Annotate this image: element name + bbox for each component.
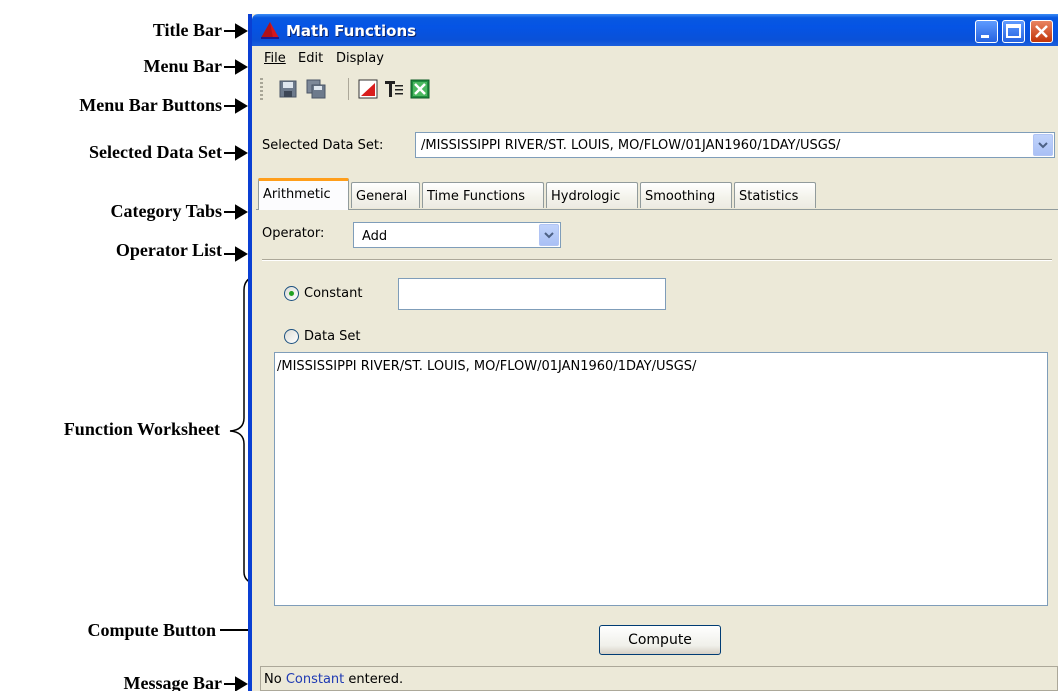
constant-radio-label: Constant [304, 286, 363, 301]
table-icon[interactable] [384, 79, 404, 99]
message-suffix: entered. [344, 672, 404, 687]
menu-bar: File Edit Display [252, 46, 1058, 72]
maximize-button[interactable] [1002, 20, 1025, 43]
title-bar[interactable]: Math Functions [252, 14, 1058, 46]
operator-value: Add [362, 229, 388, 244]
message-keyword: Constant [285, 672, 345, 687]
operator-dropdown[interactable]: Add [353, 222, 561, 248]
tab-smoothing[interactable]: Smoothing [640, 182, 732, 208]
function-worksheet[interactable]: /MISSISSIPPI RIVER/ST. LOUIS, MO/FLOW/01… [274, 352, 1048, 606]
divider [262, 259, 1052, 261]
minimize-button[interactable] [975, 20, 998, 43]
operator-label: Operator: [262, 226, 325, 241]
tab-statistics[interactable]: Statistics [734, 182, 816, 208]
message-bar: No Constant entered. [260, 666, 1058, 691]
close-button[interactable] [1030, 20, 1053, 43]
toolbar-grip[interactable] [260, 78, 263, 100]
tab-arithmetic[interactable]: Arithmetic [258, 178, 349, 210]
menu-edit-label: Edit [298, 51, 324, 66]
save-icon[interactable] [278, 79, 298, 99]
menu-file[interactable]: File [264, 51, 286, 66]
save-all-icon[interactable] [306, 79, 326, 99]
compute-button[interactable]: Compute [599, 625, 721, 655]
worksheet-text: /MISSISSIPPI RIVER/ST. LOUIS, MO/FLOW/01… [277, 359, 697, 374]
selected-data-set-row: Selected Data Set: /MISSISSIPPI RIVER/ST… [252, 132, 1058, 160]
toolbar [252, 74, 1058, 104]
menu-display[interactable]: Display [336, 51, 384, 66]
tab-time-functions[interactable]: Time Functions [422, 182, 544, 208]
toolbar-separator [348, 78, 349, 100]
chevron-down-icon [1038, 142, 1048, 149]
math-functions-window: Math Functions File Edit Display Selecte… [248, 14, 1058, 691]
data-set-radio-label: Data Set [304, 329, 361, 344]
dataset-dropdown-button[interactable] [1033, 134, 1053, 156]
chevron-down-icon [544, 232, 554, 239]
close-icon [1035, 25, 1048, 38]
selected-data-set-value: /MISSISSIPPI RIVER/ST. LOUIS, MO/FLOW/01… [421, 138, 841, 153]
window-title: Math Functions [286, 22, 417, 40]
data-set-radio[interactable] [284, 329, 299, 344]
constant-radio[interactable] [284, 286, 299, 301]
menu-display-label: Display [336, 51, 384, 66]
menu-edit[interactable]: Edit [298, 51, 323, 66]
constant-input[interactable] [398, 278, 666, 310]
minimize-icon [981, 35, 989, 38]
annotation-arrows [224, 23, 260, 691]
tab-hydrologic[interactable]: Hydrologic [546, 182, 638, 208]
operator-dropdown-button[interactable] [539, 224, 559, 246]
tab-general[interactable]: General [351, 182, 420, 208]
plot-icon[interactable] [358, 79, 378, 99]
selected-data-set-dropdown[interactable]: /MISSISSIPPI RIVER/ST. LOUIS, MO/FLOW/01… [415, 132, 1055, 158]
maximize-icon [1006, 24, 1021, 38]
excel-icon[interactable] [410, 79, 430, 99]
message-prefix: No [264, 672, 286, 687]
selected-data-set-label: Selected Data Set: [262, 138, 384, 153]
app-icon [261, 22, 279, 39]
menu-file-label: File [264, 51, 286, 66]
